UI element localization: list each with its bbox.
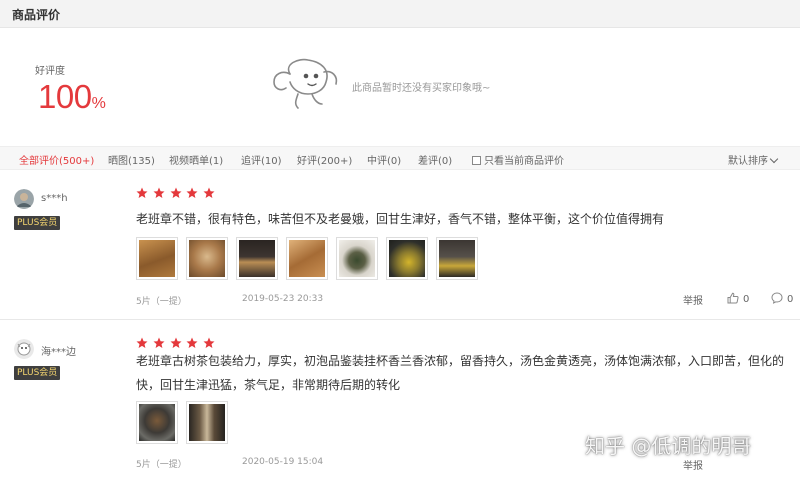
rate-number: 100 — [38, 78, 92, 115]
comment-count: 0 — [787, 294, 794, 305]
dog-mascot-icon — [273, 58, 338, 109]
filter-photos[interactable]: 晒图(135) — [108, 152, 155, 167]
rate-suffix: % — [91, 95, 106, 112]
review-photo-thumb[interactable] — [386, 237, 428, 280]
review-photo-thumb[interactable] — [436, 237, 478, 280]
sort-label: 默认排序 — [728, 156, 768, 167]
sort-select[interactable]: 默认排序 — [728, 152, 779, 167]
avatar — [14, 339, 34, 359]
review-date: 2020-05-19 15:04 — [242, 457, 324, 467]
review-photo-thumb[interactable] — [186, 401, 228, 444]
review-meta: 5片（一提） 2020-05-19 15:04 — [136, 457, 323, 470]
reviewer-name: 海***边 — [41, 347, 76, 358]
only-current-label: 只看当前商品评价 — [484, 156, 564, 167]
review-meta: 5片（一提） 2019-05-23 20:33 — [136, 294, 323, 307]
rate-value: 100% — [38, 78, 106, 116]
report-button[interactable]: 举报 — [683, 292, 703, 307]
review-item: s***h PLUS会员 老班章不错，很有特色，味苦但不及老曼娥，回甘生津好，香… — [0, 171, 800, 320]
reviewer-name: s***h — [41, 193, 68, 204]
star-icon — [136, 337, 148, 348]
review-photo-thumb[interactable] — [186, 237, 228, 280]
zhihu-watermark: 知乎 @低调的明哥 — [585, 434, 752, 458]
filter-video[interactable]: 视频晒单(1) — [169, 152, 223, 167]
empty-impression-text: 此商品暂时还没有买家印象哦~ — [352, 83, 491, 94]
filter-neutral[interactable]: 中评(0) — [367, 152, 401, 167]
comment-icon — [771, 292, 783, 304]
section-title: 商品评价 — [12, 8, 61, 22]
like-count: 0 — [743, 294, 750, 305]
review-photo-thumb[interactable] — [236, 237, 278, 280]
filter-bar: 全部评价(500+) 晒图(135) 视频晒单(1) 追评(10) 好评(200… — [0, 146, 800, 170]
thumbs-up-icon — [727, 292, 739, 304]
filter-all[interactable]: 全部评价(500+) — [19, 152, 94, 167]
filter-followup[interactable]: 追评(10) — [241, 152, 282, 167]
review-photo-thumb[interactable] — [136, 237, 178, 280]
section-header: 商品评价 — [0, 0, 800, 28]
review-spec: 5片（一提） — [136, 460, 187, 470]
filter-positive[interactable]: 好评(200+) — [297, 152, 352, 167]
like-button[interactable]: 0 — [727, 292, 749, 305]
review-spec: 5片（一提） — [136, 297, 187, 307]
only-current-checkbox[interactable]: 只看当前商品评价 — [472, 152, 564, 167]
review-content: 老班章不错，很有特色，味苦但不及老曼娥，回甘生津好，香气不错，整体平衡，这个价位… — [136, 212, 665, 226]
review-photo-thumb[interactable] — [336, 237, 378, 280]
star-icon — [186, 337, 198, 348]
review-date: 2019-05-23 20:33 — [242, 294, 324, 304]
checkbox-box[interactable] — [472, 156, 481, 165]
review-photo-thumb[interactable] — [136, 401, 178, 444]
star-icon — [203, 187, 215, 198]
filter-negative[interactable]: 差评(0) — [418, 152, 452, 167]
star-icon — [136, 187, 148, 198]
star-icon — [170, 187, 182, 198]
star-icon — [170, 337, 182, 348]
plus-member-badge: PLUS会员 — [14, 216, 61, 230]
chevron-down-icon — [769, 154, 779, 164]
report-button[interactable]: 举报 — [683, 457, 703, 472]
plus-member-badge: PLUS会员 — [14, 366, 61, 380]
star-icon — [153, 187, 165, 198]
star-icon — [153, 337, 165, 348]
star-icon — [203, 337, 215, 348]
star-icon — [186, 187, 198, 198]
review-content: 老班章古树茶包装给力，厚实，初泡品鉴装挂杯香兰香浓郁，留香持久，汤色金黄透亮，汤… — [136, 354, 785, 392]
rating-stars — [136, 187, 216, 201]
rate-label: 好评度 — [35, 66, 65, 77]
avatar — [14, 189, 34, 209]
review-photo-thumb[interactable] — [286, 237, 328, 280]
comment-button[interactable]: 0 — [771, 292, 793, 305]
